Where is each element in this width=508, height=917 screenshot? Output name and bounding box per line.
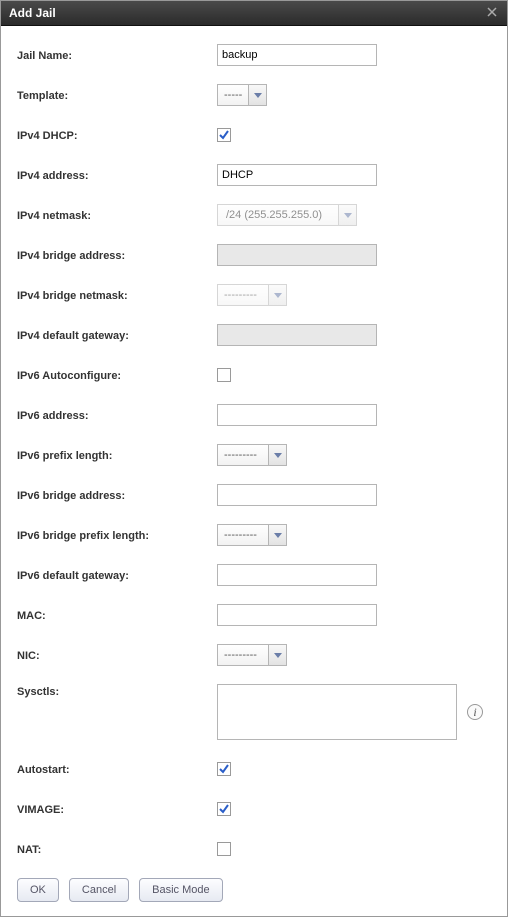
ok-button[interactable]: OK [17,878,59,902]
row-ipv4-netmask: IPv4 netmask: /24 (255.255.255.0) [17,204,491,226]
row-ipv6-prefix-length: IPv6 prefix length: --------- [17,444,491,466]
row-nic: NIC: --------- [17,644,491,666]
nat-checkbox[interactable] [217,842,231,856]
mac-input[interactable] [217,604,377,626]
label-vimage: VIMAGE: [17,802,217,816]
row-ipv4-bridge-address: IPv4 bridge address: [17,244,491,266]
row-template: Template: ----- [17,84,491,106]
label-mac: MAC: [17,608,217,622]
ipv6-default-gateway-input[interactable] [217,564,377,586]
label-autostart: Autostart: [17,762,217,776]
ipv6-bridge-prefix-length-select[interactable]: --------- [217,524,287,546]
label-ipv6-bridge-prefix-length: IPv6 bridge prefix length: [17,528,217,542]
autostart-checkbox[interactable] [217,762,231,776]
sysctls-input[interactable] [217,684,457,740]
label-ipv4-bridge-netmask: IPv4 bridge netmask: [17,288,217,302]
row-mac: MAC: [17,604,491,626]
window-title: Add Jail [9,6,56,20]
jail-name-input[interactable] [217,44,377,66]
ipv6-autoconfigure-checkbox[interactable] [217,368,231,382]
chevron-down-icon [268,285,286,305]
cancel-button[interactable]: Cancel [69,878,129,902]
row-jail-name: Jail Name: [17,44,491,66]
ipv6-address-input[interactable] [217,404,377,426]
row-ipv6-autoconfigure: IPv6 Autoconfigure: [17,364,491,386]
label-ipv4-dhcp: IPv4 DHCP: [17,128,217,142]
ipv6-bridge-address-input[interactable] [217,484,377,506]
label-nic: NIC: [17,648,217,662]
ipv4-default-gateway-input [217,324,377,346]
row-ipv6-default-gateway: IPv6 default gateway: [17,564,491,586]
title-bar: Add Jail [1,1,507,26]
row-ipv4-default-gateway: IPv4 default gateway: [17,324,491,346]
nic-value: --------- [218,649,268,661]
ipv4-netmask-select[interactable]: /24 (255.255.255.0) [217,204,357,226]
nic-select[interactable]: --------- [217,644,287,666]
label-ipv6-default-gateway: IPv6 default gateway: [17,568,217,582]
row-autostart: Autostart: [17,758,491,780]
ipv4-dhcp-checkbox[interactable] [217,128,231,142]
chevron-down-icon [338,205,356,225]
chevron-down-icon [268,445,286,465]
ipv6-prefix-length-value: --------- [218,449,268,461]
template-select-value: ----- [218,89,248,101]
row-ipv4-address: IPv4 address: [17,164,491,186]
chevron-down-icon [268,525,286,545]
label-ipv6-autoconfigure: IPv6 Autoconfigure: [17,368,217,382]
label-jail-name: Jail Name: [17,48,217,62]
ipv6-bridge-prefix-length-value: --------- [218,529,268,541]
label-ipv6-prefix-length: IPv6 prefix length: [17,448,217,462]
row-ipv6-bridge-address: IPv6 bridge address: [17,484,491,506]
label-ipv4-bridge-address: IPv4 bridge address: [17,248,217,262]
info-icon[interactable]: i [467,704,483,720]
ipv6-prefix-length-select[interactable]: --------- [217,444,287,466]
label-template: Template: [17,88,217,102]
row-ipv4-bridge-netmask: IPv4 bridge netmask: --------- [17,284,491,306]
vimage-checkbox[interactable] [217,802,231,816]
label-ipv6-address: IPv6 address: [17,408,217,422]
ipv4-address-input[interactable] [217,164,377,186]
dialog-content: Jail Name: Template: ----- IPv4 DHCP: [1,26,507,916]
row-nat: NAT: [17,838,491,860]
label-ipv4-default-gateway: IPv4 default gateway: [17,328,217,342]
row-sysctls: Sysctls: i [17,684,491,740]
template-select[interactable]: ----- [217,84,267,106]
label-sysctls: Sysctls: [17,684,217,698]
chevron-down-icon [248,85,266,105]
ipv4-netmask-value: /24 (255.255.255.0) [218,209,338,221]
label-ipv4-address: IPv4 address: [17,168,217,182]
chevron-down-icon [268,645,286,665]
label-ipv6-bridge-address: IPv6 bridge address: [17,488,217,502]
row-ipv6-address: IPv6 address: [17,404,491,426]
basic-mode-button[interactable]: Basic Mode [139,878,222,902]
label-nat: NAT: [17,842,217,856]
ipv4-bridge-netmask-select[interactable]: --------- [217,284,287,306]
row-vimage: VIMAGE: [17,798,491,820]
ipv4-bridge-address-input [217,244,377,266]
close-icon[interactable] [485,7,499,19]
add-jail-dialog: Add Jail Jail Name: Template: ----- [0,0,508,917]
label-ipv4-netmask: IPv4 netmask: [17,208,217,222]
button-row: OK Cancel Basic Mode [17,878,491,902]
row-ipv4-dhcp: IPv4 DHCP: [17,124,491,146]
row-ipv6-bridge-prefix-length: IPv6 bridge prefix length: --------- [17,524,491,546]
ipv4-bridge-netmask-value: --------- [218,289,268,301]
